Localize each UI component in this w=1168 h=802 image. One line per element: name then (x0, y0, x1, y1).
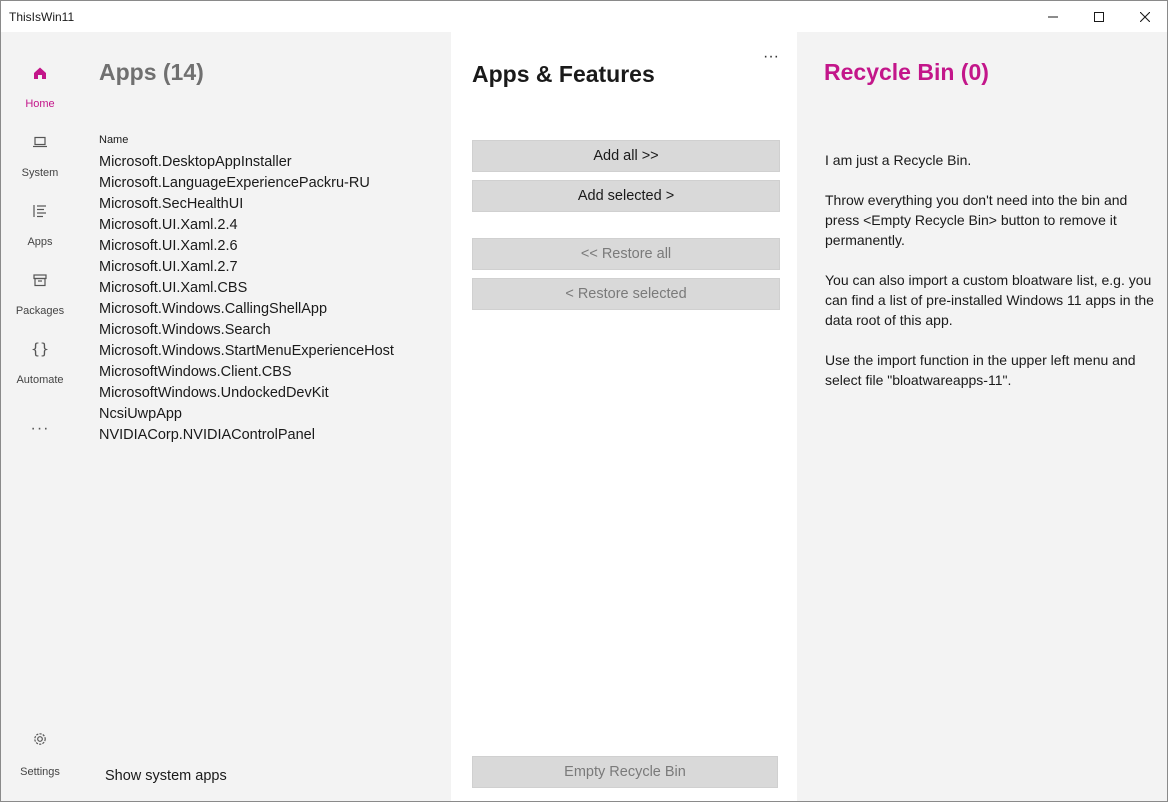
window-title: ThisIsWin11 (9, 10, 75, 24)
list-item[interactable]: Microsoft.DesktopAppInstaller (99, 152, 394, 173)
list-icon (30, 201, 50, 221)
maximize-button[interactable] (1076, 1, 1122, 32)
apps-title: Apps (14) (99, 59, 204, 85)
close-button[interactable] (1122, 1, 1167, 32)
description-paragraph: Use the import function in the upper lef… (825, 352, 1136, 388)
list-item[interactable]: NcsiUwpApp (99, 404, 394, 425)
center-panel: Apps & Features ··· Add all >> Add selec… (451, 32, 797, 801)
list-item[interactable]: Microsoft.UI.Xaml.2.4 (99, 215, 394, 236)
recycle-bin-description: I am just a Recycle Bin. Throw everythin… (825, 150, 1161, 410)
sidebar-item-label: Packages (15, 305, 65, 317)
apps-panel: Apps (14) Name Microsoft.DesktopAppInsta… (79, 32, 451, 801)
more-icon[interactable]: ··· (27, 420, 53, 440)
maximize-icon (1094, 11, 1104, 22)
package-icon (30, 270, 50, 290)
list-item[interactable]: Microsoft.UI.Xaml.CBS (99, 278, 394, 299)
list-item[interactable]: NVIDIACorp.NVIDIAControlPanel (99, 425, 394, 446)
gear-icon (30, 729, 50, 749)
sidebar-item-label: Settings (20, 766, 60, 778)
sidebar-item-label: Apps (27, 236, 53, 248)
page-title: Apps & Features (472, 61, 655, 87)
description-paragraph: I am just a Recycle Bin. (825, 152, 972, 168)
close-icon (1140, 11, 1150, 22)
list-item[interactable]: MicrosoftWindows.UndockedDevKit (99, 383, 394, 404)
sidebar-item-automate[interactable]: {} Automate (1, 339, 79, 399)
list-item[interactable]: Microsoft.Windows.CallingShellApp (99, 299, 394, 320)
apps-list: Microsoft.DesktopAppInstaller Microsoft.… (99, 152, 394, 446)
minimize-button[interactable] (1030, 1, 1076, 32)
title-bar[interactable]: ThisIsWin11 (1, 1, 1167, 32)
show-system-apps-toggle[interactable]: Show system apps (105, 768, 227, 784)
list-item[interactable]: Microsoft.Windows.Search (99, 320, 394, 341)
sidebar-item-label: Home (25, 98, 55, 110)
laptop-icon (30, 132, 50, 152)
list-item[interactable]: Microsoft.Windows.StartMenuExperienceHos… (99, 341, 394, 362)
restore-all-button[interactable]: << Restore all (472, 238, 780, 270)
description-paragraph: You can also import a custom bloatware l… (825, 272, 1154, 328)
list-item[interactable]: MicrosoftWindows.Client.CBS (99, 362, 394, 383)
sidebar-item-home[interactable]: Home (1, 63, 79, 123)
app-window: ThisIsWin11 Home System Apps Packages {}… (0, 0, 1168, 802)
minimize-icon (1048, 16, 1058, 17)
add-selected-button[interactable]: Add selected > (472, 180, 780, 212)
sidebar-item-apps[interactable]: Apps (1, 201, 79, 261)
list-item[interactable]: Microsoft.LanguageExperiencePackru-RU (99, 173, 394, 194)
sidebar-item-label: System (21, 167, 59, 179)
sidebar-item-system[interactable]: System (1, 132, 79, 192)
add-all-button[interactable]: Add all >> (472, 140, 780, 172)
more-options-button[interactable]: ··· (759, 48, 783, 68)
empty-recycle-bin-button[interactable]: Empty Recycle Bin (472, 756, 778, 788)
sidebar-item-label: Automate (16, 374, 64, 386)
recycle-bin-title: Recycle Bin (0) (824, 59, 989, 85)
list-item[interactable]: Microsoft.SecHealthUI (99, 194, 394, 215)
home-icon (30, 63, 50, 83)
list-item[interactable]: Microsoft.UI.Xaml.2.6 (99, 236, 394, 257)
sidebar-item-settings[interactable]: Settings (1, 729, 79, 789)
sidebar: Home System Apps Packages {} Automate ··… (1, 32, 79, 801)
braces-icon: {} (30, 340, 50, 358)
column-header-name[interactable]: Name (99, 134, 128, 146)
list-item[interactable]: Microsoft.UI.Xaml.2.7 (99, 257, 394, 278)
description-paragraph: Throw everything you don't need into the… (825, 192, 1128, 248)
recycle-bin-panel: Recycle Bin (0) I am just a Recycle Bin.… (797, 32, 1167, 801)
sidebar-item-packages[interactable]: Packages (1, 270, 79, 330)
restore-selected-button[interactable]: < Restore selected (472, 278, 780, 310)
